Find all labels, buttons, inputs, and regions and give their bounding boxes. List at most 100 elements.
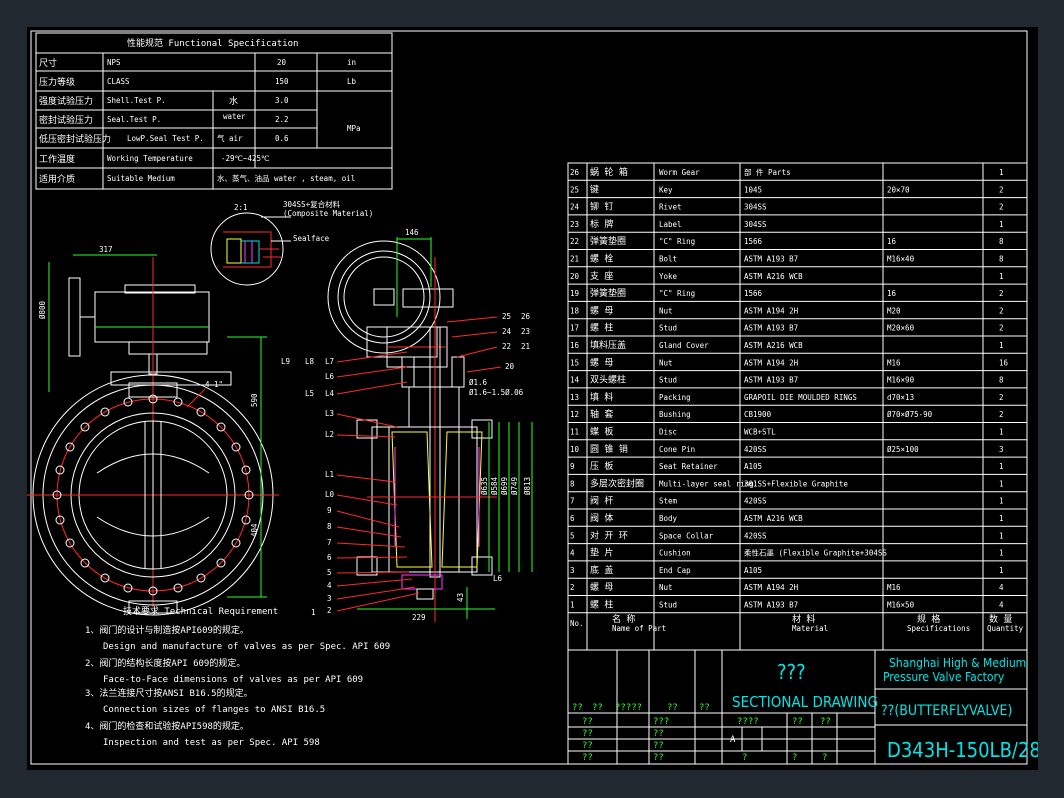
dim-phi800: Ø800 <box>38 300 47 319</box>
bom-material: 1566 <box>744 237 763 246</box>
dim-43: 43 <box>456 593 465 602</box>
drawing-code: D343H-150LB/28"-0 <box>887 738 1038 762</box>
tech-item-cn: 1、阀门的设计与制造按API609的规定。 <box>85 624 249 636</box>
tb-q3: ??? <box>653 717 669 727</box>
tb-q2: ?? <box>653 753 664 763</box>
bom-spec: Ø25×100 <box>887 445 919 454</box>
bom-name-cn: 弹簧垫圈 <box>590 235 626 247</box>
bom-qty: 2 <box>999 203 1004 212</box>
bom-material: A105 <box>744 462 762 471</box>
bom-name-cn: 圆 锥 销 <box>590 443 628 455</box>
bom-material: 420SS <box>744 445 767 454</box>
spec-cn: 尺寸 <box>39 57 57 69</box>
callout-label: L5 <box>305 389 314 398</box>
bom-material: 420SS <box>744 531 767 540</box>
tb-q1: ? <box>822 753 827 763</box>
bom-qty: 1 <box>999 497 1004 506</box>
bom-no: 10 <box>570 445 580 454</box>
bom-name-cn: 弹簧垫圈 <box>590 287 626 299</box>
bom-qty: 2 <box>999 185 1004 194</box>
bom-name-en: Multi-layer seal ring <box>659 479 754 488</box>
bom-material: ASTM A193 B7 <box>744 376 798 385</box>
bom-no: 21 <box>570 255 579 264</box>
bom-no: 12 <box>570 410 579 419</box>
bom-name-en: Bushing <box>659 410 691 419</box>
bom-name-cn: 螺 柱 <box>590 322 613 334</box>
bom-header-spec-en: Specifications <box>907 624 970 633</box>
bom-name-en: Nut <box>659 583 673 592</box>
bom-name-cn: 蜗 轮 箱 <box>590 166 628 178</box>
spec-val: 0.6 <box>275 134 289 143</box>
spec-val: 150 <box>275 77 289 86</box>
spec-val: 2.2 <box>275 115 289 124</box>
bom-name-en: Worm Gear <box>659 168 700 177</box>
tb-q4: ???? <box>737 717 759 727</box>
bom-material: ASTM A194 2H <box>744 306 799 315</box>
bom-no: 1 <box>570 601 575 610</box>
bom-spec: M20×60 <box>887 324 915 333</box>
tech-item-cn: 3、法兰连接尺寸按ANSI B16.5的规定。 <box>85 687 253 699</box>
bom-header-name-en: Name of Part <box>612 624 666 633</box>
bom-no: 2 <box>570 583 575 592</box>
bom-no: 13 <box>570 393 579 402</box>
bom-no: 22 <box>570 237 579 246</box>
bom-name-cn: 螺 母 <box>590 357 613 368</box>
tb-q2: ?? <box>699 703 710 713</box>
bom-no: 15 <box>570 358 579 367</box>
bom-no: 4 <box>570 549 575 558</box>
bom-spec: M16×50 <box>887 601 915 610</box>
tb-q1: ? <box>742 753 747 763</box>
callout-label: L2 <box>325 430 334 439</box>
tech-title: 技术要求 Technical Requirement <box>123 605 278 617</box>
detail-sealface: Sealface <box>293 234 330 243</box>
bom-qty: 4 <box>999 601 1004 610</box>
spec-title: 性能规范 Functional Specification <box>127 37 298 49</box>
callout-label: 3 <box>327 594 332 603</box>
bom-name-en: End Cap <box>659 566 691 575</box>
bom-qty: 8 <box>999 255 1004 264</box>
spec-en: Suitable Medium <box>107 174 175 183</box>
section-view: 146 229 43 L6 Ø1.6 Ø1.6~1.5Ø.06 Ø635 Ø58… <box>281 228 533 622</box>
bom-spec: M16 <box>887 583 901 592</box>
bom-material: ASTM A216 WCB <box>744 272 803 281</box>
bom-name-en: Seat Retainer <box>659 462 718 471</box>
bom-material: ASTM A216 WCB <box>744 341 803 350</box>
callouts-left: L9 L8 L7 L6 L5 L4 L3 L2 L1 L0 9 8 7 6 5 … <box>281 351 420 617</box>
bom-name-en: Stud <box>659 376 677 385</box>
bom-qty: 1 <box>999 220 1004 229</box>
bom-qty: 1 <box>999 514 1004 523</box>
bom-header-qty-en: Quantity <box>987 624 1024 633</box>
dim-thread: Ø1.6 <box>469 378 488 387</box>
bom-name-cn: 螺 栓 <box>590 253 613 265</box>
spec-en: LowP.Seal Test P. <box>127 134 204 143</box>
callout-label: 22 <box>502 342 511 351</box>
tb-q2: ?? <box>582 729 593 739</box>
bom-name-en: Rivet <box>659 203 682 212</box>
bom-name-en: Nut <box>659 306 673 315</box>
bom-spec: M20 <box>887 306 901 315</box>
spec-en: Shell.Test P. <box>107 96 166 105</box>
bom-name-cn: 螺 母 <box>590 582 613 593</box>
tech-item-en: Design and manufacture of valves as per … <box>103 642 390 652</box>
spec-en: NPS <box>107 58 121 67</box>
bom-qty: 1 <box>999 479 1004 488</box>
dim-phi635: Ø635 <box>480 477 489 495</box>
bom-material: 部 件 Parts <box>744 167 791 177</box>
bom-name-en: Yoke <box>659 272 678 281</box>
cad-viewport[interactable]: 性能规范 Functional Specification 尺寸 NPS 20 … <box>0 0 1064 798</box>
bom-spec: d70×13 <box>887 393 914 402</box>
drawing-canvas: 性能规范 Functional Specification 尺寸 NPS 20 … <box>27 30 1038 765</box>
bom-name-en: Disc <box>659 428 677 437</box>
bom-name-cn: 对 开 环 <box>590 529 628 541</box>
spec-cn: 低压密封试验压力 <box>39 133 111 145</box>
bom-spec: M16 <box>887 358 901 367</box>
dim-404: 404 <box>250 523 259 537</box>
dim-gasket: Ø1.6~1.5Ø.06 <box>469 388 524 397</box>
bom-name-cn: 阀 体 <box>590 512 613 524</box>
bom-name-en: Packing <box>659 393 691 402</box>
bom-material: CB1900 <box>744 410 772 419</box>
bom-header-mat-en: Material <box>792 624 828 633</box>
callout-label: L1 <box>325 470 334 479</box>
bom-material: 1045 <box>744 185 762 194</box>
bom-name-cn: 填料压盖 <box>590 339 626 351</box>
